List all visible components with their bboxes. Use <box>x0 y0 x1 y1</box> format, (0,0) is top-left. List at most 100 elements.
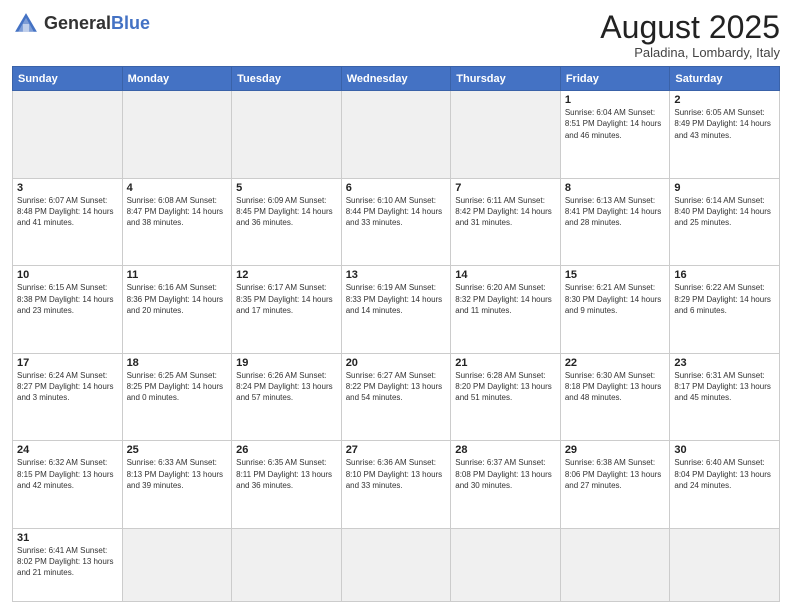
day-number: 20 <box>346 357 447 369</box>
calendar-cell: 8Sunrise: 6:13 AM Sunset: 8:41 PM Daylig… <box>560 178 670 266</box>
day-number: 8 <box>565 182 666 194</box>
calendar-cell: 17Sunrise: 6:24 AM Sunset: 8:27 PM Dayli… <box>13 353 123 441</box>
logo-text: GeneralBlue <box>44 14 150 34</box>
logo-blue: Blue <box>111 13 150 33</box>
day-number: 12 <box>236 269 337 281</box>
calendar-cell: 16Sunrise: 6:22 AM Sunset: 8:29 PM Dayli… <box>670 266 780 354</box>
calendar-cell: 11Sunrise: 6:16 AM Sunset: 8:36 PM Dayli… <box>122 266 232 354</box>
day-info: Sunrise: 6:04 AM Sunset: 8:51 PM Dayligh… <box>565 107 666 141</box>
calendar-cell: 25Sunrise: 6:33 AM Sunset: 8:13 PM Dayli… <box>122 441 232 529</box>
calendar-cell: 27Sunrise: 6:36 AM Sunset: 8:10 PM Dayli… <box>341 441 451 529</box>
header-wednesday: Wednesday <box>341 67 451 91</box>
page: GeneralBlue August 2025 Paladina, Lombar… <box>0 0 792 612</box>
day-number: 24 <box>17 444 118 456</box>
day-info: Sunrise: 6:21 AM Sunset: 8:30 PM Dayligh… <box>565 282 666 316</box>
day-info: Sunrise: 6:33 AM Sunset: 8:13 PM Dayligh… <box>127 457 228 491</box>
day-info: Sunrise: 6:19 AM Sunset: 8:33 PM Dayligh… <box>346 282 447 316</box>
day-info: Sunrise: 6:41 AM Sunset: 8:02 PM Dayligh… <box>17 545 118 579</box>
calendar-cell: 28Sunrise: 6:37 AM Sunset: 8:08 PM Dayli… <box>451 441 561 529</box>
calendar-cell: 6Sunrise: 6:10 AM Sunset: 8:44 PM Daylig… <box>341 178 451 266</box>
day-number: 31 <box>17 532 118 544</box>
header-friday: Friday <box>560 67 670 91</box>
calendar-cell <box>122 529 232 602</box>
header-monday: Monday <box>122 67 232 91</box>
calendar-week-row: 3Sunrise: 6:07 AM Sunset: 8:48 PM Daylig… <box>13 178 780 266</box>
calendar-week-row: 1Sunrise: 6:04 AM Sunset: 8:51 PM Daylig… <box>13 91 780 179</box>
calendar-cell: 19Sunrise: 6:26 AM Sunset: 8:24 PM Dayli… <box>232 353 342 441</box>
day-info: Sunrise: 6:07 AM Sunset: 8:48 PM Dayligh… <box>17 195 118 229</box>
day-info: Sunrise: 6:31 AM Sunset: 8:17 PM Dayligh… <box>674 370 775 404</box>
calendar-cell <box>560 529 670 602</box>
calendar-week-row: 17Sunrise: 6:24 AM Sunset: 8:27 PM Dayli… <box>13 353 780 441</box>
calendar-cell: 30Sunrise: 6:40 AM Sunset: 8:04 PM Dayli… <box>670 441 780 529</box>
calendar-cell: 29Sunrise: 6:38 AM Sunset: 8:06 PM Dayli… <box>560 441 670 529</box>
day-number: 19 <box>236 357 337 369</box>
calendar-cell <box>451 529 561 602</box>
day-info: Sunrise: 6:27 AM Sunset: 8:22 PM Dayligh… <box>346 370 447 404</box>
calendar-cell: 3Sunrise: 6:07 AM Sunset: 8:48 PM Daylig… <box>13 178 123 266</box>
day-info: Sunrise: 6:16 AM Sunset: 8:36 PM Dayligh… <box>127 282 228 316</box>
day-number: 26 <box>236 444 337 456</box>
calendar-week-row: 10Sunrise: 6:15 AM Sunset: 8:38 PM Dayli… <box>13 266 780 354</box>
day-number: 22 <box>565 357 666 369</box>
day-info: Sunrise: 6:26 AM Sunset: 8:24 PM Dayligh… <box>236 370 337 404</box>
header-thursday: Thursday <box>451 67 561 91</box>
day-number: 10 <box>17 269 118 281</box>
calendar-cell: 12Sunrise: 6:17 AM Sunset: 8:35 PM Dayli… <box>232 266 342 354</box>
calendar-cell: 10Sunrise: 6:15 AM Sunset: 8:38 PM Dayli… <box>13 266 123 354</box>
day-number: 2 <box>674 94 775 106</box>
day-info: Sunrise: 6:13 AM Sunset: 8:41 PM Dayligh… <box>565 195 666 229</box>
day-info: Sunrise: 6:30 AM Sunset: 8:18 PM Dayligh… <box>565 370 666 404</box>
day-number: 16 <box>674 269 775 281</box>
calendar-cell: 22Sunrise: 6:30 AM Sunset: 8:18 PM Dayli… <box>560 353 670 441</box>
calendar-cell: 13Sunrise: 6:19 AM Sunset: 8:33 PM Dayli… <box>341 266 451 354</box>
calendar-cell: 26Sunrise: 6:35 AM Sunset: 8:11 PM Dayli… <box>232 441 342 529</box>
calendar-cell: 31Sunrise: 6:41 AM Sunset: 8:02 PM Dayli… <box>13 529 123 602</box>
calendar-cell <box>451 91 561 179</box>
day-number: 4 <box>127 182 228 194</box>
day-info: Sunrise: 6:11 AM Sunset: 8:42 PM Dayligh… <box>455 195 556 229</box>
day-number: 9 <box>674 182 775 194</box>
day-number: 23 <box>674 357 775 369</box>
day-info: Sunrise: 6:09 AM Sunset: 8:45 PM Dayligh… <box>236 195 337 229</box>
day-number: 29 <box>565 444 666 456</box>
calendar-week-row: 31Sunrise: 6:41 AM Sunset: 8:02 PM Dayli… <box>13 529 780 602</box>
calendar-cell <box>670 529 780 602</box>
calendar-subtitle: Paladina, Lombardy, Italy <box>600 45 780 60</box>
day-number: 30 <box>674 444 775 456</box>
calendar-cell: 15Sunrise: 6:21 AM Sunset: 8:30 PM Dayli… <box>560 266 670 354</box>
calendar-cell: 4Sunrise: 6:08 AM Sunset: 8:47 PM Daylig… <box>122 178 232 266</box>
day-info: Sunrise: 6:28 AM Sunset: 8:20 PM Dayligh… <box>455 370 556 404</box>
logo-icon <box>12 10 40 38</box>
calendar-cell: 21Sunrise: 6:28 AM Sunset: 8:20 PM Dayli… <box>451 353 561 441</box>
calendar-cell <box>232 91 342 179</box>
day-number: 15 <box>565 269 666 281</box>
day-number: 17 <box>17 357 118 369</box>
calendar-cell: 1Sunrise: 6:04 AM Sunset: 8:51 PM Daylig… <box>560 91 670 179</box>
day-info: Sunrise: 6:08 AM Sunset: 8:47 PM Dayligh… <box>127 195 228 229</box>
day-number: 11 <box>127 269 228 281</box>
day-info: Sunrise: 6:24 AM Sunset: 8:27 PM Dayligh… <box>17 370 118 404</box>
header-saturday: Saturday <box>670 67 780 91</box>
day-info: Sunrise: 6:05 AM Sunset: 8:49 PM Dayligh… <box>674 107 775 141</box>
day-number: 5 <box>236 182 337 194</box>
day-number: 6 <box>346 182 447 194</box>
calendar-cell <box>341 529 451 602</box>
day-number: 14 <box>455 269 556 281</box>
calendar-week-row: 24Sunrise: 6:32 AM Sunset: 8:15 PM Dayli… <box>13 441 780 529</box>
day-number: 1 <box>565 94 666 106</box>
day-info: Sunrise: 6:32 AM Sunset: 8:15 PM Dayligh… <box>17 457 118 491</box>
day-info: Sunrise: 6:40 AM Sunset: 8:04 PM Dayligh… <box>674 457 775 491</box>
day-info: Sunrise: 6:36 AM Sunset: 8:10 PM Dayligh… <box>346 457 447 491</box>
day-number: 25 <box>127 444 228 456</box>
day-info: Sunrise: 6:25 AM Sunset: 8:25 PM Dayligh… <box>127 370 228 404</box>
day-number: 27 <box>346 444 447 456</box>
calendar-cell: 20Sunrise: 6:27 AM Sunset: 8:22 PM Dayli… <box>341 353 451 441</box>
weekday-header-row: Sunday Monday Tuesday Wednesday Thursday… <box>13 67 780 91</box>
header: GeneralBlue August 2025 Paladina, Lombar… <box>12 10 780 60</box>
calendar-cell: 14Sunrise: 6:20 AM Sunset: 8:32 PM Dayli… <box>451 266 561 354</box>
header-tuesday: Tuesday <box>232 67 342 91</box>
calendar-cell: 9Sunrise: 6:14 AM Sunset: 8:40 PM Daylig… <box>670 178 780 266</box>
calendar-cell <box>232 529 342 602</box>
day-info: Sunrise: 6:35 AM Sunset: 8:11 PM Dayligh… <box>236 457 337 491</box>
